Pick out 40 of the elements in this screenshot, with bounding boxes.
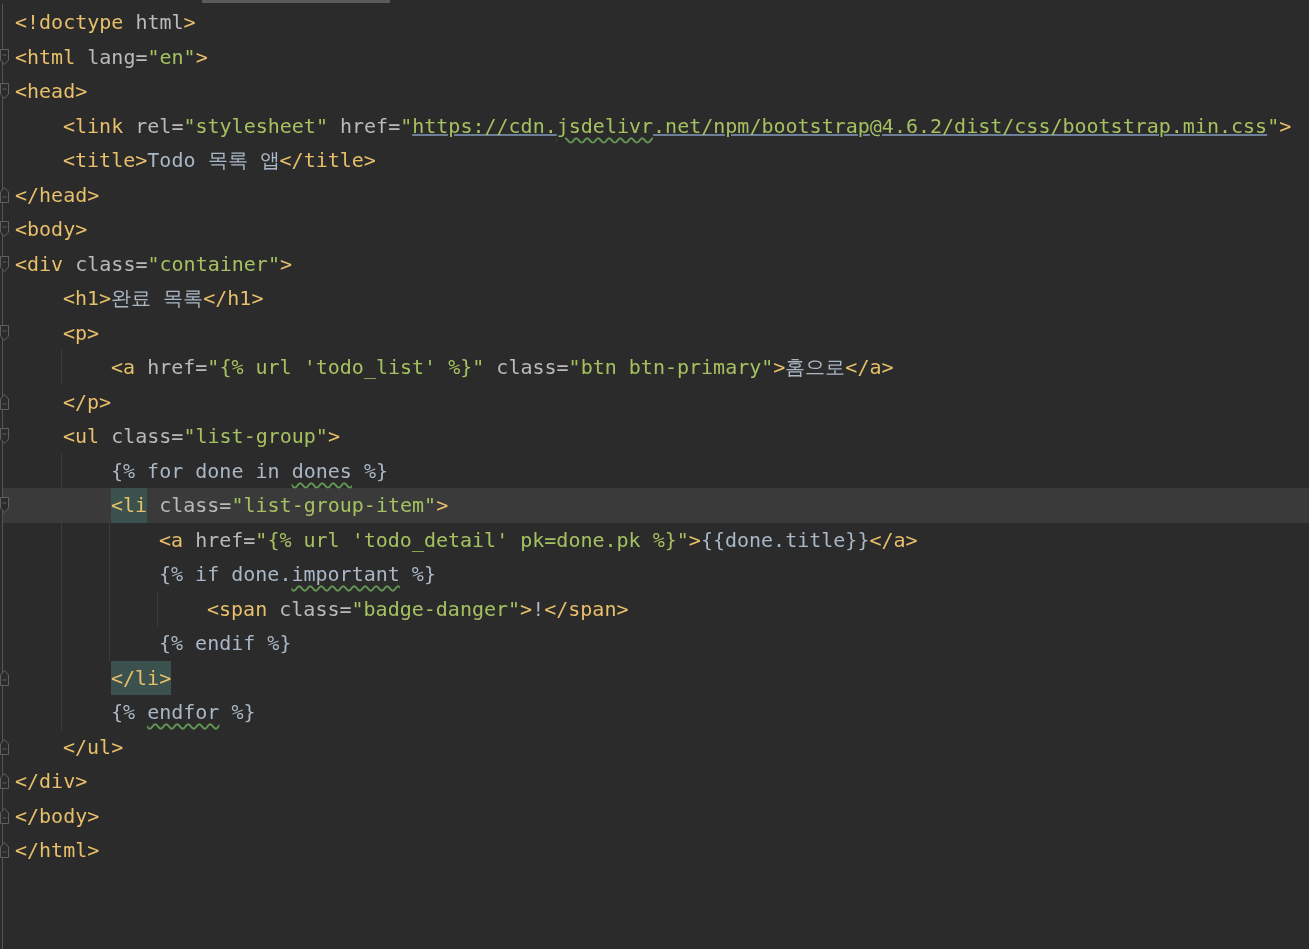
code-line: {% for done in dones %}: [111, 457, 388, 485]
code-line: <div class="container">: [15, 250, 292, 278]
code-line: <li class="list-group-item">: [111, 488, 449, 523]
code-line: <link rel="stylesheet" href="https://cdn.jsdelivr.net/npm/bootstrap@4.6.2/dist/css/bootstrap.min.css">: [63, 112, 1292, 140]
code-line: </div>: [15, 768, 88, 795]
fold-marker-icon[interactable]: [0, 83, 9, 100]
fold-marker-icon[interactable]: [0, 497, 9, 514]
code-line: <h1>완료 목록</h1>: [63, 285, 264, 312]
code-editor[interactable]: [0, 0, 1309, 949]
fold-marker-icon[interactable]: [0, 221, 9, 238]
code-line: <body>: [15, 216, 88, 243]
fold-marker-icon[interactable]: [0, 48, 9, 65]
code-line: <title>Todo 목록 앱</title>: [63, 147, 376, 174]
code-line: <ul class="list-group">: [63, 423, 340, 450]
code-line: <a href="{% url 'todo_list' %}" class="btn btn-primary">홈으로</a>: [111, 354, 894, 381]
fold-marker-icon[interactable]: [0, 393, 9, 410]
code-line: <head>: [15, 78, 88, 105]
code-line: {% if done.important %}: [159, 561, 436, 588]
code-line: <span class="badge-danger">!</span>: [207, 595, 629, 623]
code-line: </p>: [63, 388, 112, 416]
code-line: <!doctype html>: [15, 9, 196, 36]
fold-marker-icon[interactable]: [0, 428, 9, 445]
fold-marker-icon[interactable]: [0, 186, 9, 203]
fold-marker-icon[interactable]: [0, 807, 9, 824]
code-line: <html lang="en">: [15, 43, 208, 71]
fold-marker-icon[interactable]: [0, 669, 9, 686]
fold-marker-icon[interactable]: [0, 842, 9, 859]
scrollbar-thumb[interactable]: [202, 0, 390, 3]
code-line: </ul>: [63, 733, 124, 761]
code-line: </body>: [15, 802, 100, 830]
fold-marker-icon[interactable]: [0, 255, 9, 272]
code-line: </html>: [15, 837, 100, 864]
code-line: <a href="{% url 'todo_detail' pk=done.pk %}">{{done.title}}</a>: [159, 526, 918, 554]
code-line: {% endif %}: [159, 630, 292, 657]
code-line: </head>: [15, 181, 100, 209]
fold-marker-icon[interactable]: [0, 738, 9, 755]
code-line: {% endfor %}: [111, 699, 256, 726]
code-line: <p>: [63, 319, 100, 347]
fold-marker-icon[interactable]: [0, 773, 9, 790]
fold-marker-icon[interactable]: [0, 324, 9, 341]
